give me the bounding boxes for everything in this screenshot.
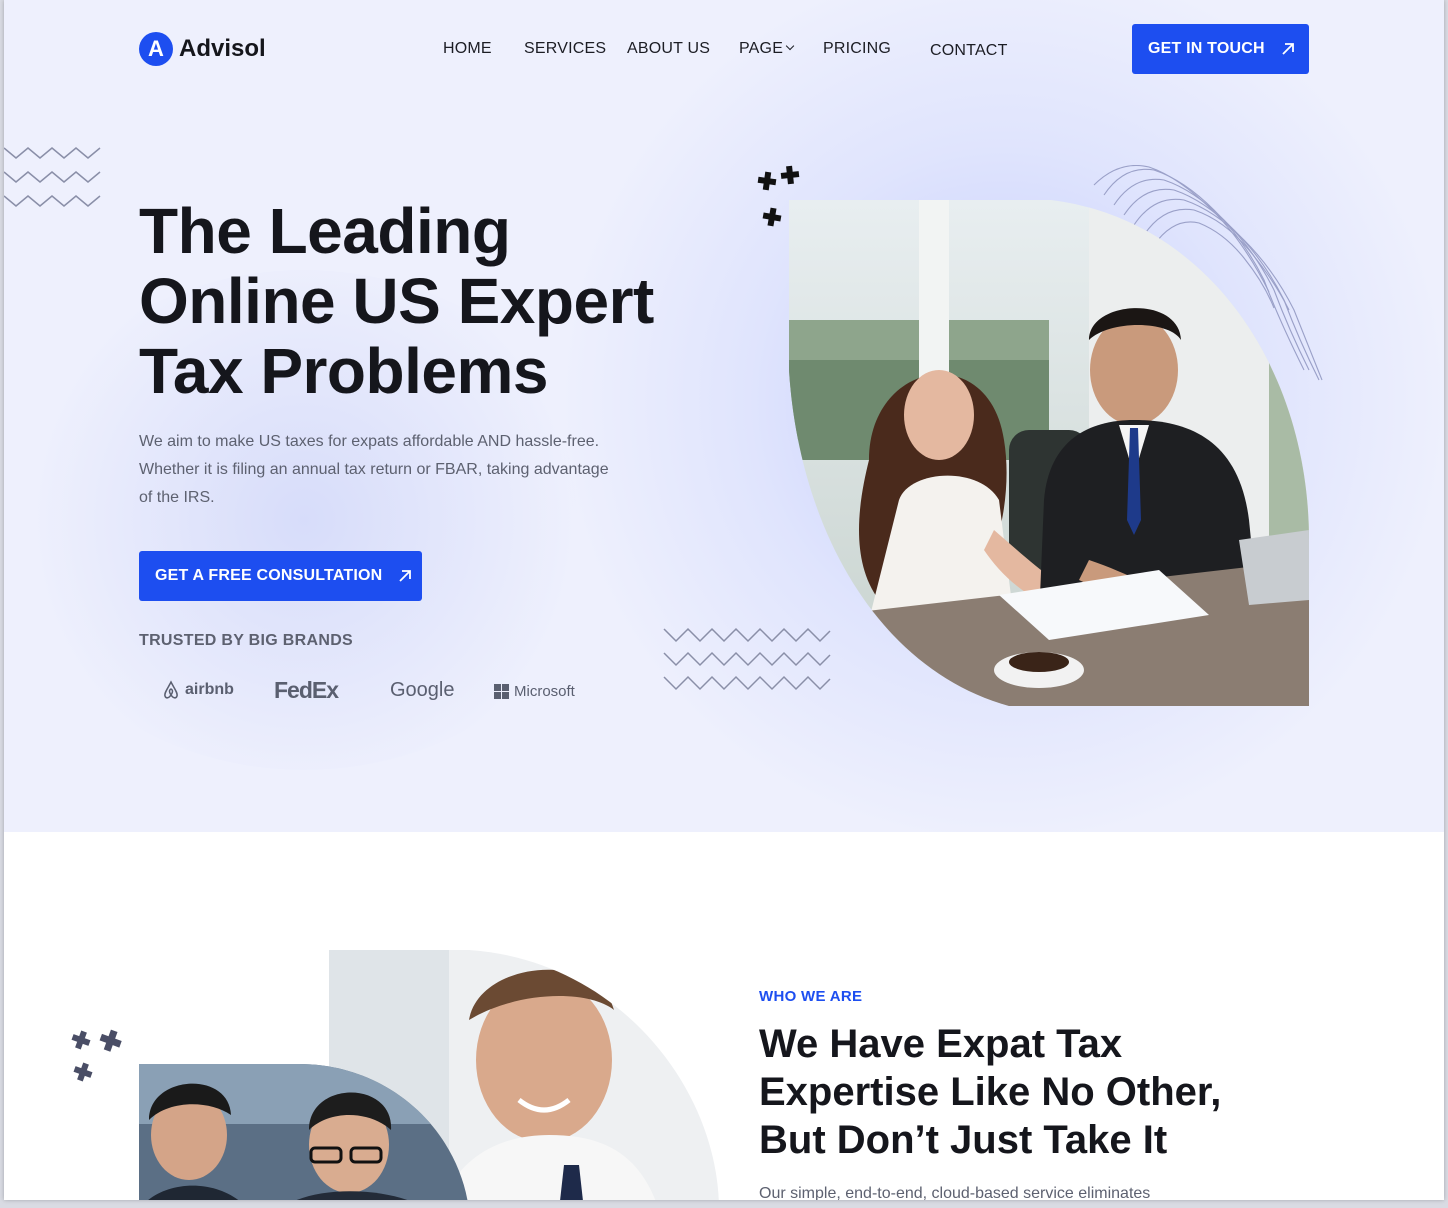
hero-desc-line-1: We aim to make US taxes for expats affor… xyxy=(139,433,600,450)
brand-microsoft: Microsoft xyxy=(494,683,575,700)
get-in-touch-button[interactable]: GET IN TOUCH xyxy=(1132,24,1309,74)
brand-airbnb-text: airbnb xyxy=(185,681,234,698)
page-frame: A Advisol HOME SERVICES ABOUT US PAGE PR… xyxy=(4,0,1444,1200)
hero-description: We aim to make US taxes for expats affor… xyxy=(139,428,649,512)
who-title-line-1: We Have Expat Tax xyxy=(759,1022,1123,1066)
microsoft-icon xyxy=(494,684,509,699)
nav-page[interactable]: PAGE xyxy=(739,40,795,58)
brand-google: Google xyxy=(390,679,455,701)
nav-services[interactable]: SERVICES xyxy=(524,40,606,58)
zigzag-pattern-top xyxy=(4,147,101,207)
who-title-line-2: Expertise Like No Other, xyxy=(759,1070,1222,1114)
hero-photo-consultants xyxy=(789,200,1309,706)
brand-airbnb: airbnb xyxy=(162,680,234,700)
arrow-up-right-icon xyxy=(1282,43,1294,55)
trusted-label: TRUSTED BY BIG BRANDS xyxy=(139,632,354,649)
who-title-line-3: But Don’t Just Take It xyxy=(759,1118,1168,1162)
hero-desc-line-2: Whether it is filing an annual tax retur… xyxy=(139,461,609,478)
sparkle-cross-icon xyxy=(71,1029,122,1082)
hero-title-line-1: The Leading xyxy=(139,195,511,267)
hero-title: The Leading Online US Expert Tax Problem… xyxy=(139,196,654,406)
who-we-are-photos xyxy=(139,950,719,1200)
nav-home[interactable]: HOME xyxy=(443,40,492,58)
zigzag-pattern-bottom xyxy=(663,627,831,691)
hero-title-line-3: Tax Problems xyxy=(139,335,548,407)
airbnb-icon xyxy=(164,680,178,699)
nav-about[interactable]: ABOUT US xyxy=(627,40,710,58)
brand-fedex: FedEx xyxy=(274,677,339,703)
logo-text: Advisol xyxy=(179,35,266,62)
site-logo[interactable]: A Advisol xyxy=(139,32,266,66)
who-we-are-title: We Have Expat Tax Expertise Like No Othe… xyxy=(759,1020,1221,1164)
chevron-down-icon xyxy=(785,41,795,51)
hero-title-line-2: Online US Expert xyxy=(139,265,654,337)
brand-microsoft-text: Microsoft xyxy=(514,683,575,700)
get-in-touch-label: GET IN TOUCH xyxy=(1148,40,1265,57)
arrow-up-right-icon xyxy=(399,570,412,582)
free-consultation-label: GET A FREE CONSULTATION xyxy=(155,567,383,584)
hero-desc-line-3: of the IRS. xyxy=(139,489,215,506)
nav-contact[interactable]: CONTACT xyxy=(930,42,1008,60)
free-consultation-button[interactable]: GET A FREE CONSULTATION xyxy=(139,551,422,601)
nav-page-label: PAGE xyxy=(739,40,784,57)
hero-section: A Advisol HOME SERVICES ABOUT US PAGE PR… xyxy=(4,0,1444,832)
logo-mark: A xyxy=(139,32,173,66)
who-we-are-description: Our simple, end-to-end, cloud-based serv… xyxy=(759,1185,1151,1200)
who-we-are-label: WHO WE ARE xyxy=(759,988,863,1005)
nav-pricing[interactable]: PRICING xyxy=(823,40,891,58)
